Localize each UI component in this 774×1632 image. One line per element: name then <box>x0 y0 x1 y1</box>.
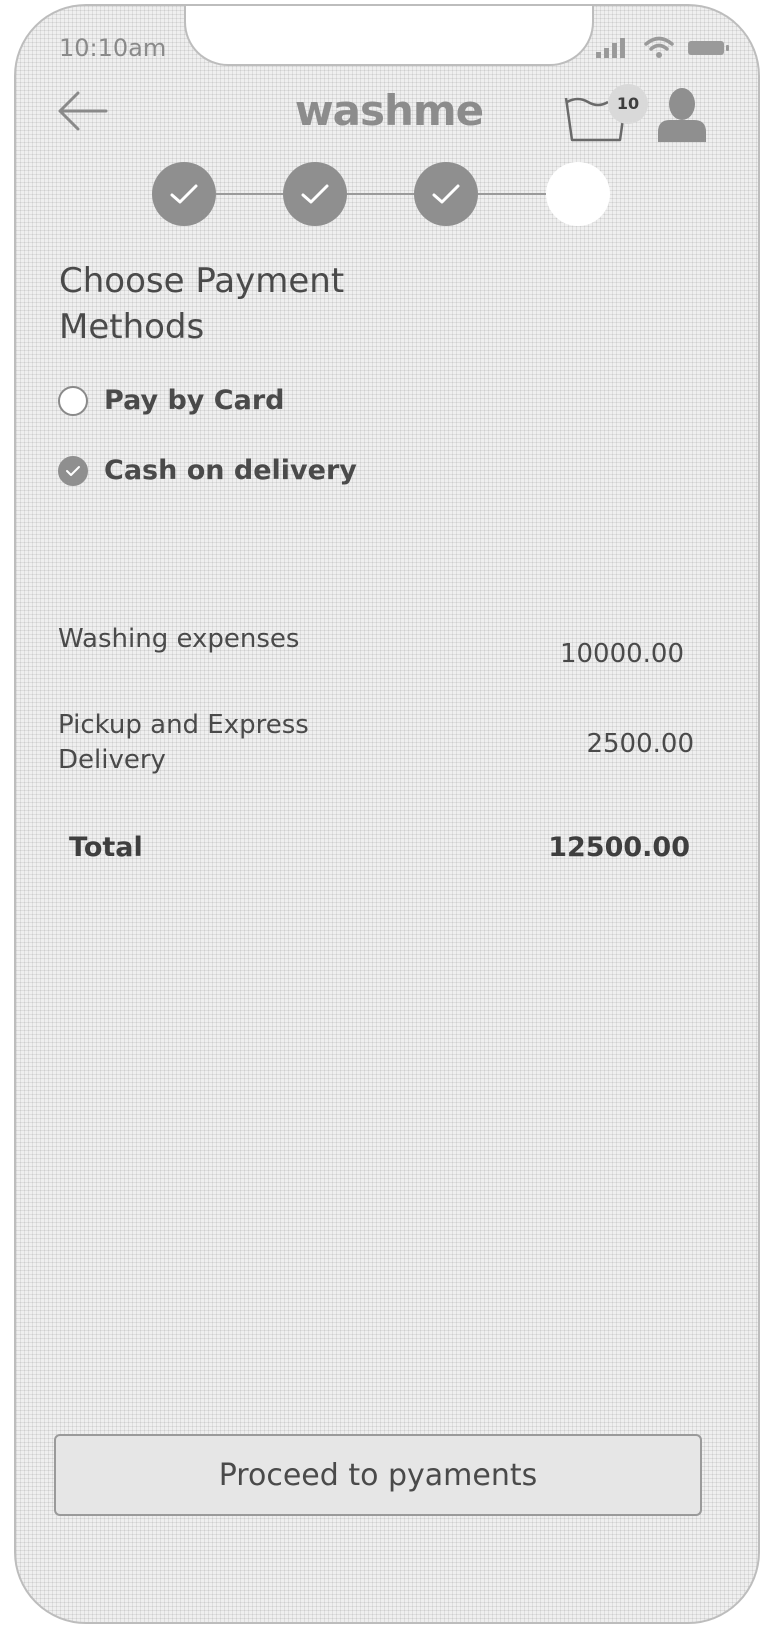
battery-icon <box>688 41 729 55</box>
summary-value: 10000.00 <box>559 639 684 669</box>
summary-label: Pickup and Express Delivery <box>58 710 309 775</box>
total-label: Total <box>69 832 143 863</box>
status-icons <box>596 36 730 58</box>
page-title: Choose Payment Methods <box>59 261 345 347</box>
signal-icon <box>596 38 625 58</box>
step-3-complete <box>414 162 478 226</box>
check-icon <box>301 184 329 204</box>
payment-option-card[interactable]: Pay by Card <box>58 385 284 416</box>
device-notch <box>184 6 594 66</box>
summary-label: Washing expenses <box>58 624 300 654</box>
step-2-complete <box>283 162 347 226</box>
phone-frame: 10:10am washme 10 Choose Payment Methods… <box>14 4 760 1624</box>
summary-value: 2500.00 <box>586 729 694 759</box>
step-connector <box>216 193 283 195</box>
check-icon <box>432 184 460 204</box>
step-connector <box>347 193 414 195</box>
total-value: 12500.00 <box>548 832 690 863</box>
check-icon <box>66 465 80 476</box>
check-icon <box>170 184 198 204</box>
wifi-icon <box>644 36 674 58</box>
radio-checked[interactable] <box>58 455 88 486</box>
progress-stepper <box>152 162 610 226</box>
proceed-button[interactable]: Proceed to pyaments <box>54 1434 702 1516</box>
step-1-complete <box>152 162 216 226</box>
status-time: 10:10am <box>59 34 167 62</box>
radio-unchecked[interactable] <box>58 385 88 416</box>
payment-option-cash[interactable]: Cash on delivery <box>58 455 357 486</box>
step-connector <box>478 193 546 195</box>
step-4-current <box>546 162 610 226</box>
option-label: Pay by Card <box>104 385 285 416</box>
option-label: Cash on delivery <box>104 455 357 486</box>
brand-logo: washme <box>294 86 484 135</box>
basket-count-badge: 10 <box>608 84 648 124</box>
user-icon[interactable] <box>656 86 708 142</box>
